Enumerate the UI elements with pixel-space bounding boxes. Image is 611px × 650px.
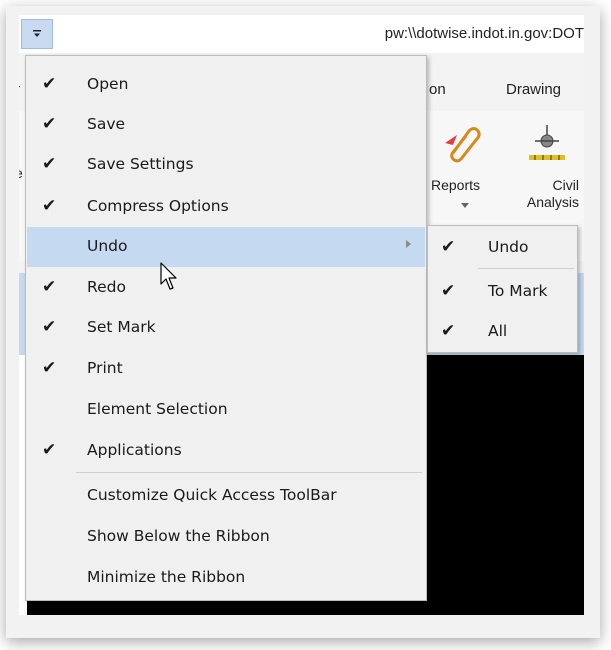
quick-access-customize-button[interactable]: [21, 19, 53, 49]
menu-item-show-below-ribbon[interactable]: Show Below the Ribbon: [27, 517, 425, 557]
menu-item-label: Print: [87, 359, 123, 377]
checkmark-icon: ✔: [42, 74, 57, 94]
menu-item-redo[interactable]: ✔ Redo: [27, 268, 425, 308]
tab-partial-on[interactable]: on: [429, 81, 446, 98]
reports-label: Reports: [431, 177, 481, 193]
menu-item-label: Applications: [87, 441, 182, 459]
quick-access-dropdown-menu: ✔ Open ✔ Save ✔ Save Settings ✔ Compress…: [25, 55, 427, 601]
checkmark-icon: ✔: [42, 114, 57, 134]
civil-analysis-button[interactable]: Civil Analysis: [507, 111, 584, 221]
submenu-item-label: To Mark: [488, 282, 548, 300]
civil-analysis-label: Civil Analysis: [526, 177, 579, 210]
chevron-down-icon: [33, 30, 41, 37]
menu-item-minimize-ribbon[interactable]: Minimize the Ribbon: [27, 558, 425, 598]
checkmark-icon: ✔: [441, 321, 456, 341]
window-title: pw:\\dotwise.indot.in.gov:DOT: [384, 25, 584, 42]
menu-item-label: Minimize the Ribbon: [87, 568, 246, 586]
menu-item-applications[interactable]: ✔ Applications: [27, 431, 425, 471]
paperclip-icon: [445, 127, 481, 163]
submenu-item-all[interactable]: ✔ All: [429, 312, 576, 352]
menu-separator: [76, 472, 422, 473]
submenu-item-label: All: [488, 322, 508, 340]
menu-item-label: Open: [87, 75, 129, 93]
tab-partial-left[interactable]: r: [19, 81, 20, 98]
title-bar: pw:\\dotwise.indot.in.gov:DOT: [19, 15, 584, 53]
menu-item-print[interactable]: ✔ Print: [27, 349, 425, 389]
submenu-item-to-mark[interactable]: ✔ To Mark: [429, 272, 576, 312]
menu-item-label: Save: [87, 115, 126, 133]
ribbon-partial-left-label: e: [19, 165, 23, 182]
menu-item-customize-qat[interactable]: Customize Quick Access ToolBar: [27, 476, 425, 516]
menu-item-set-mark[interactable]: ✔ Set Mark: [27, 308, 425, 348]
checkmark-icon: ✔: [42, 154, 57, 174]
menu-item-label: Set Mark: [87, 318, 156, 336]
submenu-item-undo[interactable]: ✔ Undo: [429, 228, 576, 268]
survey-level-icon: [529, 125, 565, 160]
menu-item-label: Compress Options: [87, 197, 229, 215]
chevron-down-icon: [461, 203, 469, 208]
menu-item-save[interactable]: ✔ Save: [27, 105, 425, 145]
menu-item-undo[interactable]: Undo: [27, 227, 425, 267]
checkmark-icon: ✔: [42, 277, 57, 297]
checkmark-icon: ✔: [42, 440, 57, 460]
menu-item-label: Redo: [87, 278, 126, 296]
mouse-pointer-icon: [160, 262, 177, 290]
menu-item-compress-options[interactable]: ✔ Compress Options: [27, 187, 425, 227]
menu-item-element-selection[interactable]: Element Selection: [27, 390, 425, 430]
submenu-arrow-icon: [406, 240, 411, 248]
checkmark-icon: ✔: [42, 358, 57, 378]
reports-button[interactable]: Reports: [427, 111, 499, 221]
checkmark-icon: ✔: [441, 281, 456, 301]
menu-item-label: Show Below the Ribbon: [87, 527, 270, 545]
menu-item-label: Undo: [87, 237, 128, 255]
undo-submenu: ✔ Undo ✔ To Mark ✔ All: [427, 225, 578, 353]
menu-item-label: Save Settings: [87, 155, 194, 173]
menu-item-label: Customize Quick Access ToolBar: [87, 486, 337, 504]
menu-item-open[interactable]: ✔ Open: [27, 65, 425, 105]
checkmark-icon: ✔: [42, 196, 57, 216]
tab-drawing[interactable]: Drawing: [506, 81, 561, 98]
submenu-separator: [478, 268, 574, 269]
checkmark-icon: ✔: [441, 237, 456, 257]
submenu-item-label: Undo: [488, 238, 529, 256]
checkmark-icon: ✔: [42, 317, 57, 337]
menu-item-label: Element Selection: [87, 400, 228, 418]
menu-item-save-settings[interactable]: ✔ Save Settings: [27, 145, 425, 185]
